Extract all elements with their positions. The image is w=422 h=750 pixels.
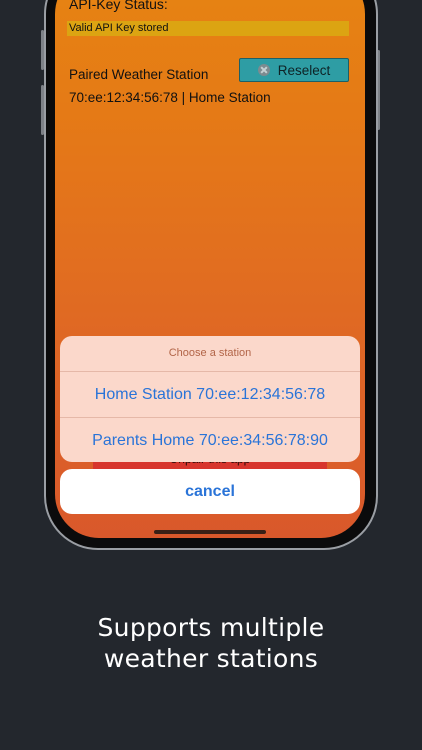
- station-option-parents[interactable]: Parents Home 70:ee:34:56:78:90: [60, 418, 360, 462]
- home-indicator: [154, 530, 266, 534]
- promo-caption: Supports multiple weather stations: [0, 612, 422, 674]
- api-key-label: API-Key Status:: [69, 0, 168, 12]
- api-key-status: Valid API Key stored: [69, 22, 169, 34]
- action-sheet-title: Choose a station: [60, 336, 360, 372]
- promo-page: API-Key Status: Valid API Key stored Pai…: [0, 0, 422, 750]
- caption-line-1: Supports multiple: [97, 613, 325, 642]
- paired-station-label: Paired Weather Station: [69, 67, 209, 82]
- app-screen: API-Key Status: Valid API Key stored Pai…: [55, 0, 365, 538]
- station-action-sheet: Choose a station Home Station 70:ee:12:3…: [60, 336, 360, 462]
- paired-station-value: 70:ee:12:34:56:78 | Home Station: [69, 90, 271, 105]
- station-option-home[interactable]: Home Station 70:ee:12:34:56:78: [60, 372, 360, 418]
- caption-line-2: weather stations: [103, 644, 319, 673]
- reselect-button[interactable]: Reselect: [239, 58, 349, 82]
- cancel-button[interactable]: cancel: [60, 469, 360, 514]
- close-circle-icon: [257, 64, 270, 76]
- reselect-label: Reselect: [277, 62, 331, 78]
